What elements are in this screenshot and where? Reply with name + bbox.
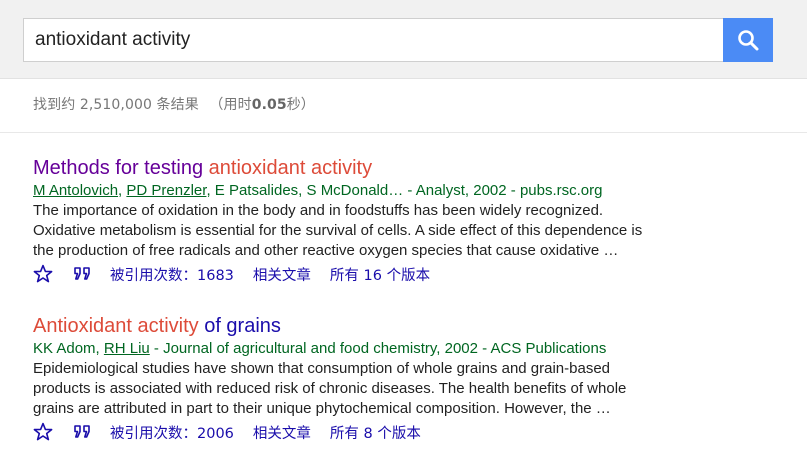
snippet-line: The importance of oxidation in the body … <box>33 202 604 219</box>
search-button[interactable] <box>723 18 773 62</box>
result-source: - Analyst, 2002 - pubs.rsc.org <box>403 182 603 199</box>
author-name: KK Adom <box>33 340 96 357</box>
cite-button[interactable] <box>73 266 93 282</box>
cited-by-link[interactable]: 被引用次数：2006 <box>110 422 234 443</box>
title-text: Methods for testing <box>33 157 209 179</box>
result-meta: M Antolovich, PD Prenzler, E Patsalides,… <box>33 182 603 199</box>
search-icon <box>738 30 759 51</box>
author-link[interactable]: M Antolovich <box>33 182 118 199</box>
cited-label: 被引用次数： <box>110 267 197 284</box>
result-stats: 找到约 2,510,000 条结果 （用时0.05秒） <box>33 94 315 114</box>
time-close: 秒） <box>286 97 315 113</box>
result-snippet: The importance of oxidation in the body … <box>33 201 713 261</box>
result-actions: 被引用次数：2006 相关文章 所有 8 个版本 <box>33 422 713 442</box>
snippet-line: Oxidative metabolism is essential for th… <box>33 222 643 239</box>
search-result: Antioxidant activity of grains KK Adom, … <box>33 314 713 442</box>
result-source: - Journal of agricultural and food chemi… <box>149 340 607 357</box>
result-snippet: Epidemiological studies have shown that … <box>33 359 713 419</box>
divider <box>0 132 807 133</box>
cited-count: 2006 <box>197 425 234 442</box>
save-button[interactable] <box>33 264 53 284</box>
top-search-bar <box>0 0 807 79</box>
title-highlight: Antioxidant activity <box>33 315 199 337</box>
quote-icon <box>74 425 90 438</box>
time-open: （用时 <box>209 97 252 113</box>
author-name: E Patsalides <box>214 182 299 199</box>
result-meta: KK Adom, RH Liu - Journal of agricultura… <box>33 340 607 357</box>
author-name: S McDonald… <box>306 182 404 199</box>
result-actions: 被引用次数：1683 相关文章 所有 16 个版本 <box>33 264 713 284</box>
star-icon <box>33 422 53 441</box>
author-link[interactable]: RH Liu <box>104 340 150 357</box>
search-input[interactable] <box>23 18 723 62</box>
result-title-link[interactable]: Methods for testing antioxidant activity <box>33 156 713 180</box>
author-link[interactable]: PD Prenzler <box>126 182 206 199</box>
save-button[interactable] <box>33 422 53 442</box>
all-versions-link[interactable]: 所有 16 个版本 <box>330 264 430 285</box>
title-text: of grains <box>198 315 281 337</box>
related-articles-link[interactable]: 相关文章 <box>253 422 311 443</box>
time-value: 0.05 <box>251 97 287 113</box>
star-icon <box>33 264 53 283</box>
quote-icon <box>74 267 90 280</box>
cited-count: 1683 <box>197 267 234 284</box>
result-title-link[interactable]: Antioxidant activity of grains <box>33 314 713 338</box>
cited-by-link[interactable]: 被引用次数：1683 <box>110 264 234 285</box>
snippet-line: the production of free radicals and othe… <box>33 242 619 259</box>
result-count: 找到约 2,510,000 条结果 <box>33 97 199 113</box>
cited-label: 被引用次数： <box>110 425 197 442</box>
search-result: Methods for testing antioxidant activity… <box>33 156 713 284</box>
title-highlight: antioxidant activity <box>208 157 373 179</box>
snippet-line: Epidemiological studies have shown that … <box>33 360 611 377</box>
related-articles-link[interactable]: 相关文章 <box>253 264 311 285</box>
snippet-line: grains are attributed in part to their u… <box>33 400 611 417</box>
cite-button[interactable] <box>73 424 93 440</box>
all-versions-link[interactable]: 所有 8 个版本 <box>330 422 421 443</box>
snippet-line: products is associated with reduced risk… <box>33 380 627 397</box>
